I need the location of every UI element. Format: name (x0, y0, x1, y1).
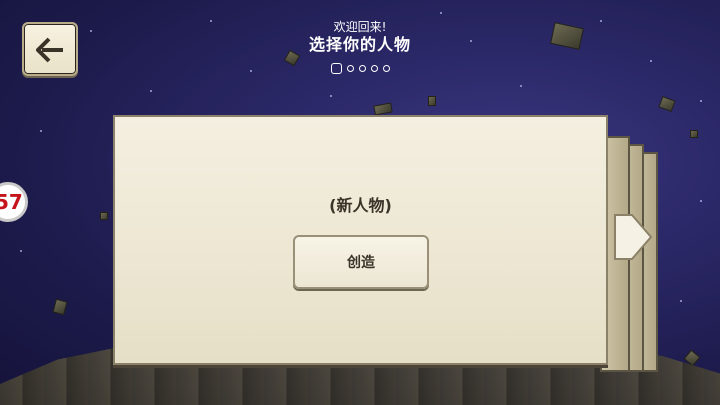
side-emblem-text: 57 (0, 190, 23, 214)
page-title: 选择你的人物 (308, 35, 411, 54)
page-dot-active (330, 63, 342, 74)
page-dot (370, 65, 378, 72)
new-character-label: (新人物) (329, 196, 392, 215)
page-indicator (260, 63, 460, 74)
back-button[interactable] (22, 22, 78, 76)
next-arrow-icon[interactable] (612, 212, 654, 262)
page-dot (382, 65, 390, 72)
header: 欢迎回来! 选择你的人物 (260, 20, 460, 74)
page-dot (346, 65, 354, 72)
back-arrow-icon (36, 37, 63, 63)
character-card[interactable]: (新人物) 创造 (113, 115, 608, 365)
side-emblem-icon[interactable]: 57 (0, 182, 28, 222)
welcome-subtitle: 欢迎回来! (333, 20, 387, 34)
page-dot (358, 65, 366, 72)
create-button[interactable]: 创造 (293, 235, 429, 289)
